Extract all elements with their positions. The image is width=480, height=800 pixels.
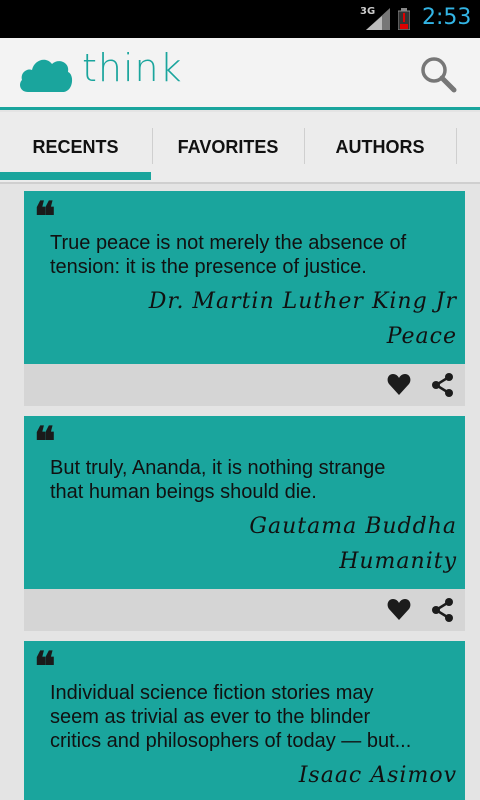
battery-icon [398, 8, 410, 30]
quote-author[interactable]: Dr. Martin Luther King Jr [149, 289, 457, 314]
tab-favorites[interactable]: FAVORITES [152, 112, 304, 182]
tab-authors[interactable]: AUTHORS [304, 112, 456, 182]
quote-text: True peace is not merely the absence of … [50, 231, 450, 279]
card-actions [24, 589, 465, 631]
quote-card[interactable]: ❝ Individual science fiction stories may… [24, 641, 465, 800]
header-divider [0, 107, 480, 110]
status-bar: 3G 2:53 [0, 0, 480, 38]
quote-line: critics and philosophers of today — but.… [50, 730, 412, 752]
cloud-icon [20, 59, 73, 92]
quote-line: True peace is not merely the absence of [50, 232, 407, 254]
quote-author[interactable]: Gautama Buddha [249, 514, 457, 539]
quote-text: But truly, Ananda, it is nothing strange… [50, 456, 450, 504]
heart-icon[interactable] [387, 599, 411, 621]
share-icon[interactable] [431, 598, 455, 622]
clock: 2:53 [422, 5, 472, 30]
quote-line: tension: it is the presence of justice. [50, 256, 367, 278]
signal-icon [366, 8, 390, 30]
quote-topic[interactable]: Peace [387, 324, 457, 349]
tab-divider [456, 128, 457, 164]
selected-tab-indicator [0, 172, 151, 180]
quote-line: But truly, Ananda, it is nothing strange [50, 457, 386, 479]
quote-author[interactable]: Isaac Asimov [299, 763, 457, 788]
share-icon[interactable] [431, 373, 455, 397]
quote-text: Individual science fiction stories may s… [50, 681, 450, 753]
app-logo-text: think [82, 46, 183, 90]
quote-card[interactable]: ❝ But truly, Ananda, it is nothing stran… [24, 416, 465, 589]
quote-line: seem as trivial as ever to the blinder [50, 706, 371, 728]
quote-line: Individual science fiction stories may [50, 682, 374, 704]
quote-topic[interactable]: Humanity [339, 549, 457, 574]
card-actions [24, 364, 465, 406]
quote-line: that human beings should die. [50, 481, 317, 503]
search-icon[interactable] [418, 54, 458, 94]
heart-icon[interactable] [387, 374, 411, 396]
quote-card[interactable]: ❝ True peace is not merely the absence o… [24, 191, 465, 364]
